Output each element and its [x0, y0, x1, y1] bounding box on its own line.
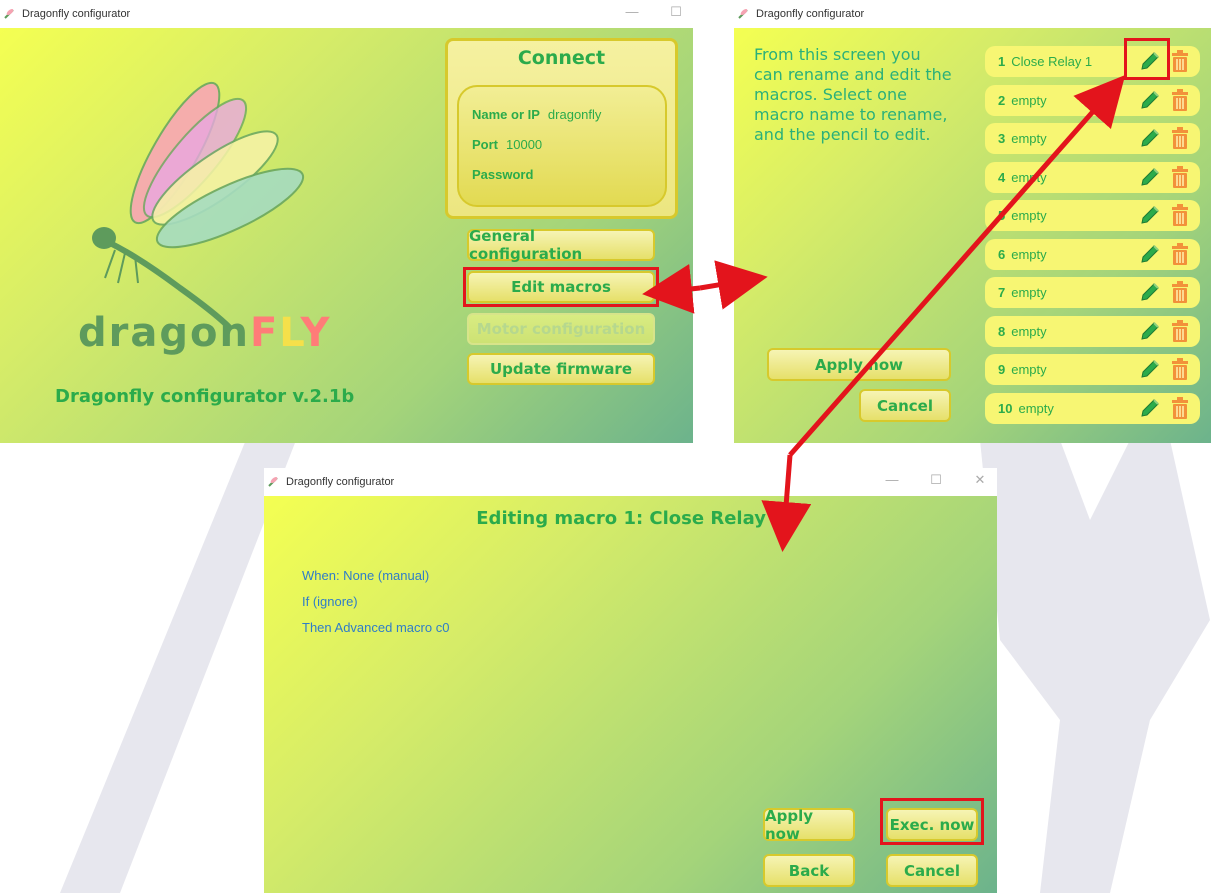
main-window-title: Dragonfly configurator	[22, 8, 131, 20]
trash-delete-icon[interactable]	[1171, 49, 1189, 73]
minimize-icon[interactable]: —	[623, 4, 641, 20]
connect-fields: Name or IP dragonfly Port 10000 Password	[457, 85, 667, 207]
dragonfly-logo	[92, 81, 305, 328]
trash-delete-icon[interactable]	[1171, 396, 1189, 420]
dragonfly-app-icon	[4, 9, 14, 19]
maximize-icon[interactable]: ☐	[927, 472, 945, 488]
pencil-edit-icon[interactable]	[1138, 280, 1162, 304]
macro-name-label[interactable]: 6 empty	[998, 247, 1047, 262]
apply-now-button[interactable]: Apply now	[767, 348, 951, 381]
update-firmware-button[interactable]: Update firmware	[467, 353, 655, 385]
macro-name-label[interactable]: 7 empty	[998, 285, 1047, 300]
edit-macros-button[interactable]: Edit macros	[467, 271, 655, 303]
version-label: Dragonfly configurator v.2.1b	[55, 386, 355, 407]
macro-name-label[interactable]: 5 empty	[998, 208, 1047, 223]
pencil-edit-icon[interactable]	[1138, 203, 1162, 227]
close-icon[interactable]: ✕	[971, 472, 989, 488]
macros-window-client: From this screen you can rename and edit…	[734, 28, 1211, 443]
if-condition[interactable]: If (ignore)	[302, 594, 358, 609]
connect-title: Connect	[517, 47, 606, 69]
macro-list-item[interactable]: 8 empty	[985, 315, 1200, 347]
trash-delete-icon[interactable]	[1171, 280, 1189, 304]
general-configuration-button[interactable]: General configuration	[467, 227, 655, 263]
macro-list-item[interactable]: 3 empty	[985, 123, 1200, 154]
exec-now-button[interactable]: Exec. now	[886, 808, 978, 841]
then-action[interactable]: Then Advanced macro c0	[302, 620, 449, 635]
macro-list-item[interactable]: 9 empty	[985, 354, 1200, 385]
trash-delete-icon[interactable]	[1171, 242, 1189, 266]
edit-window-title: Dragonfly configurator	[286, 476, 395, 488]
macro-list-item[interactable]: 2 empty	[985, 84, 1200, 116]
macro-list-item[interactable]: 6 empty	[985, 238, 1200, 270]
dragonfly-app-icon	[738, 9, 748, 19]
minimize-icon[interactable]: —	[883, 472, 901, 488]
macro-list-item[interactable]: 7 empty	[985, 277, 1200, 308]
main-window-client: dragonFLY Dragonfly configurator v.2.1b …	[0, 28, 693, 443]
name-ip-field[interactable]: Name or IP dragonfly	[472, 107, 601, 122]
trash-delete-icon[interactable]	[1171, 165, 1189, 189]
pencil-edit-icon[interactable]	[1138, 49, 1162, 73]
macro-name-label[interactable]: 4 empty	[998, 170, 1047, 185]
pencil-edit-icon[interactable]	[1138, 242, 1162, 266]
dragonfly-app-icon	[268, 477, 278, 487]
main-window-titlebar: Dragonfly configurator — ☐	[0, 0, 693, 28]
macro-name-label[interactable]: 8 empty	[998, 324, 1047, 339]
macros-info-text: From this screen you can rename and edit…	[754, 45, 952, 144]
edit-heading: Editing macro 1: Close Relay 1	[476, 508, 785, 529]
macro-list-item[interactable]: 10 empty	[985, 392, 1200, 424]
main-window: Dragonfly configurator — ☐ dragonFLY Dra…	[0, 0, 693, 443]
edit-window-titlebar: Dragonfly configurator — ☐ ✕	[264, 468, 997, 496]
connect-panel: Connect Name or IP dragonfly Port 10000 Pa…	[445, 38, 678, 219]
macros-window: Dragonfly configurator From this screen …	[734, 0, 1211, 443]
trash-delete-icon[interactable]	[1171, 88, 1189, 112]
when-condition[interactable]: When: None (manual)	[302, 568, 429, 583]
macro-name-label[interactable]: 9 empty	[998, 362, 1047, 377]
pencil-edit-icon[interactable]	[1138, 357, 1162, 381]
password-field[interactable]: Password	[472, 167, 533, 182]
port-field[interactable]: Port 10000	[472, 137, 542, 152]
trash-delete-icon[interactable]	[1171, 126, 1189, 150]
macro-name-label[interactable]: 10 empty	[998, 401, 1054, 416]
cancel-button[interactable]: Cancel	[886, 854, 978, 887]
pencil-edit-icon[interactable]	[1138, 88, 1162, 112]
macros-window-titlebar: Dragonfly configurator	[734, 0, 1211, 28]
apply-now-button[interactable]: Apply now	[763, 807, 855, 843]
macro-list-item[interactable]: 4 empty	[985, 161, 1200, 193]
maximize-icon[interactable]: ☐	[667, 4, 685, 20]
cancel-button[interactable]: Cancel	[859, 389, 951, 422]
macro-list-item[interactable]: 1 Close Relay 1	[985, 46, 1200, 77]
pencil-edit-icon[interactable]	[1138, 165, 1162, 189]
pencil-edit-icon[interactable]	[1138, 396, 1162, 420]
trash-delete-icon[interactable]	[1171, 203, 1189, 227]
macro-list-item[interactable]: 5 empty	[985, 200, 1200, 231]
edit-macro-window: Dragonfly configurator — ☐ ✕ Editing mac…	[264, 468, 997, 893]
dragonfly-wordmark: dragonFLY	[78, 310, 332, 356]
pencil-edit-icon[interactable]	[1138, 319, 1162, 343]
macro-name-label[interactable]: 2 empty	[998, 93, 1047, 108]
edit-window-client: Editing macro 1: Close Relay 1 When: Non…	[264, 496, 997, 893]
back-button[interactable]: Back	[763, 854, 855, 887]
trash-delete-icon[interactable]	[1171, 357, 1189, 381]
pencil-edit-icon[interactable]	[1138, 126, 1162, 150]
macro-name-label[interactable]: 3 empty	[998, 131, 1047, 146]
trash-delete-icon[interactable]	[1171, 319, 1189, 343]
macros-window-title: Dragonfly configurator	[756, 8, 865, 20]
motor-configuration-button[interactable]: Motor configuration	[467, 313, 655, 345]
macro-name-label[interactable]: 1 Close Relay 1	[998, 54, 1092, 69]
